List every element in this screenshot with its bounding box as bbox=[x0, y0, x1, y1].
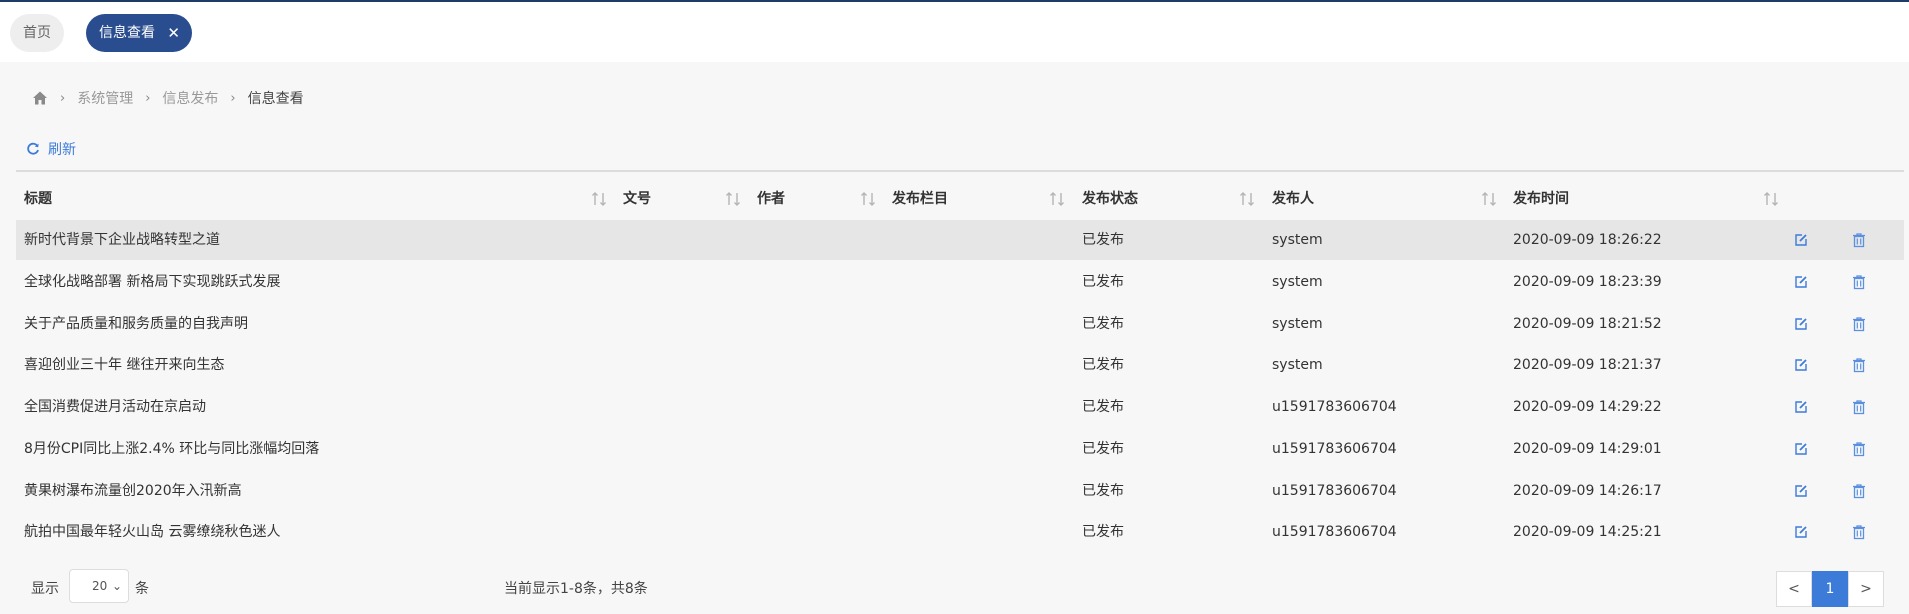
delete-icon[interactable] bbox=[1851, 441, 1867, 457]
table-top-divider bbox=[16, 170, 1904, 172]
edit-icon[interactable] bbox=[1793, 232, 1809, 248]
next-page-button[interactable]: > bbox=[1848, 571, 1884, 607]
sort-icon[interactable] bbox=[1048, 190, 1066, 208]
delete-icon[interactable] bbox=[1851, 524, 1867, 540]
chevron-down-icon: ⌄ bbox=[111, 579, 122, 593]
page-size-select[interactable]: 20 ⌄ bbox=[69, 569, 129, 603]
edit-icon[interactable] bbox=[1793, 274, 1809, 290]
cell-time: 2020-09-09 14:29:22 bbox=[1513, 399, 1662, 415]
cell-time: 2020-09-09 18:21:37 bbox=[1513, 357, 1662, 373]
cell-title: 黄果树瀑布流量创2020年入汛新高 bbox=[24, 483, 242, 499]
cell-status: 已发布 bbox=[1082, 524, 1124, 540]
cell-title: 全球化战略部署 新格局下实现跳跃式发展 bbox=[24, 274, 281, 290]
cell-publisher: system bbox=[1272, 274, 1323, 290]
cell-time: 2020-09-09 18:21:52 bbox=[1513, 316, 1662, 332]
column-header-column[interactable]: 发布栏目 bbox=[892, 182, 948, 216]
breadcrumb-item-publish[interactable]: 信息发布 bbox=[162, 88, 218, 108]
cell-title: 航拍中国最年轻火山岛 云雾缭绕秋色迷人 bbox=[24, 524, 281, 540]
cell-time: 2020-09-09 18:23:39 bbox=[1513, 274, 1662, 290]
cell-status: 已发布 bbox=[1082, 274, 1124, 290]
cell-time: 2020-09-09 14:25:21 bbox=[1513, 524, 1662, 540]
refresh-icon bbox=[27, 142, 39, 155]
table-row[interactable]: 黄果树瀑布流量创2020年入汛新高 已发布 u1591783606704 202… bbox=[16, 471, 1904, 511]
page-size-value: 20 bbox=[92, 579, 108, 593]
column-header-time[interactable]: 发布时间 bbox=[1513, 182, 1569, 216]
edit-icon[interactable] bbox=[1793, 441, 1809, 457]
cell-publisher: u1591783606704 bbox=[1272, 483, 1397, 499]
column-header-doc-no[interactable]: 文号 bbox=[623, 182, 651, 216]
sort-icon[interactable] bbox=[859, 190, 877, 208]
sort-icon[interactable] bbox=[1238, 190, 1256, 208]
tab-bar: 首页 信息查看 ✕ bbox=[0, 2, 1909, 62]
cell-status: 已发布 bbox=[1082, 399, 1124, 415]
delete-icon[interactable] bbox=[1851, 274, 1867, 290]
cell-publisher: system bbox=[1272, 357, 1323, 373]
breadcrumb: › 系统管理 › 信息发布 › 信息查看 bbox=[32, 87, 304, 109]
table-row[interactable]: 航拍中国最年轻火山岛 云雾缭绕秋色迷人 已发布 u1591783606704 2… bbox=[16, 512, 1904, 552]
tab-label: 信息查看 bbox=[99, 25, 155, 41]
edit-icon[interactable] bbox=[1793, 399, 1809, 415]
edit-icon[interactable] bbox=[1793, 483, 1809, 499]
page-1-button[interactable]: 1 bbox=[1812, 571, 1848, 607]
sort-icon[interactable] bbox=[724, 190, 742, 208]
cell-status: 已发布 bbox=[1082, 483, 1124, 499]
cell-status: 已发布 bbox=[1082, 357, 1124, 373]
show-label: 显示 bbox=[31, 581, 59, 597]
cell-title: 新时代背景下企业战略转型之道 bbox=[24, 232, 220, 248]
column-header-title[interactable]: 标题 bbox=[24, 182, 52, 216]
cell-status: 已发布 bbox=[1082, 232, 1124, 248]
sort-icon[interactable] bbox=[1480, 190, 1498, 208]
cell-time: 2020-09-09 18:26:22 bbox=[1513, 232, 1662, 248]
table-row[interactable]: 喜迎创业三十年 继往开来向生态 已发布 system 2020-09-09 18… bbox=[16, 345, 1904, 385]
table-row[interactable]: 关于产品质量和服务质量的自我声明 已发布 system 2020-09-09 1… bbox=[16, 304, 1904, 344]
chevron-right-icon: › bbox=[230, 90, 236, 106]
unit-label: 条 bbox=[135, 581, 149, 597]
delete-icon[interactable] bbox=[1851, 399, 1867, 415]
cell-publisher: system bbox=[1272, 316, 1323, 332]
column-header-publisher[interactable]: 发布人 bbox=[1272, 182, 1314, 216]
edit-icon[interactable] bbox=[1793, 524, 1809, 540]
edit-icon[interactable] bbox=[1793, 316, 1809, 332]
cell-publisher: u1591783606704 bbox=[1272, 399, 1397, 415]
delete-icon[interactable] bbox=[1851, 483, 1867, 499]
cell-title: 全国消费促进月活动在京启动 bbox=[24, 399, 206, 415]
cell-publisher: u1591783606704 bbox=[1272, 524, 1397, 540]
cell-title: 喜迎创业三十年 继往开来向生态 bbox=[24, 357, 225, 373]
cell-title: 8月份CPI同比上涨2.4% 环比与同比涨幅均回落 bbox=[24, 441, 320, 457]
cell-status: 已发布 bbox=[1082, 441, 1124, 457]
breadcrumb-current: 信息查看 bbox=[247, 91, 304, 107]
close-icon[interactable]: ✕ bbox=[167, 14, 180, 52]
prev-page-button[interactable]: < bbox=[1776, 571, 1812, 607]
tab-info-view[interactable]: 信息查看 ✕ bbox=[86, 14, 192, 52]
tab-home[interactable]: 首页 bbox=[10, 14, 64, 52]
delete-icon[interactable] bbox=[1851, 232, 1867, 248]
table-footer: 显示 20 ⌄ 条 当前显示1-8条，共8条 < 1 > bbox=[0, 566, 1909, 614]
table-row[interactable]: 新时代背景下企业战略转型之道 已发布 system 2020-09-09 18:… bbox=[16, 220, 1904, 260]
cell-status: 已发布 bbox=[1082, 316, 1124, 332]
breadcrumb-item-system[interactable]: 系统管理 bbox=[77, 88, 133, 108]
delete-icon[interactable] bbox=[1851, 357, 1867, 373]
table-row[interactable]: 8月份CPI同比上涨2.4% 环比与同比涨幅均回落 已发布 u159178360… bbox=[16, 429, 1904, 469]
delete-icon[interactable] bbox=[1851, 316, 1867, 332]
cell-title: 关于产品质量和服务质量的自我声明 bbox=[24, 316, 248, 332]
table-row[interactable]: 全球化战略部署 新格局下实现跳跃式发展 已发布 system 2020-09-0… bbox=[16, 262, 1904, 302]
sort-icon[interactable] bbox=[1762, 190, 1780, 208]
cell-time: 2020-09-09 14:26:17 bbox=[1513, 483, 1662, 499]
table-header: 标题 文号 作者 发布栏目 发布状态 发布人 发布时间 bbox=[16, 182, 1904, 216]
edit-icon[interactable] bbox=[1793, 357, 1809, 373]
column-header-status[interactable]: 发布状态 bbox=[1082, 182, 1138, 216]
table-row[interactable]: 全国消费促进月活动在京启动 已发布 u1591783606704 2020-09… bbox=[16, 387, 1904, 427]
chevron-right-icon: › bbox=[60, 90, 66, 106]
cell-publisher: system bbox=[1272, 232, 1323, 248]
sort-icon[interactable] bbox=[590, 190, 608, 208]
refresh-button[interactable]: 刷新 bbox=[26, 138, 76, 160]
cell-time: 2020-09-09 14:29:01 bbox=[1513, 441, 1662, 457]
chevron-right-icon: › bbox=[145, 90, 151, 106]
column-header-author[interactable]: 作者 bbox=[757, 182, 785, 216]
home-icon[interactable] bbox=[32, 90, 48, 106]
record-summary: 当前显示1-8条，共8条 bbox=[504, 581, 648, 597]
cell-publisher: u1591783606704 bbox=[1272, 441, 1397, 457]
refresh-label: 刷新 bbox=[48, 142, 76, 158]
